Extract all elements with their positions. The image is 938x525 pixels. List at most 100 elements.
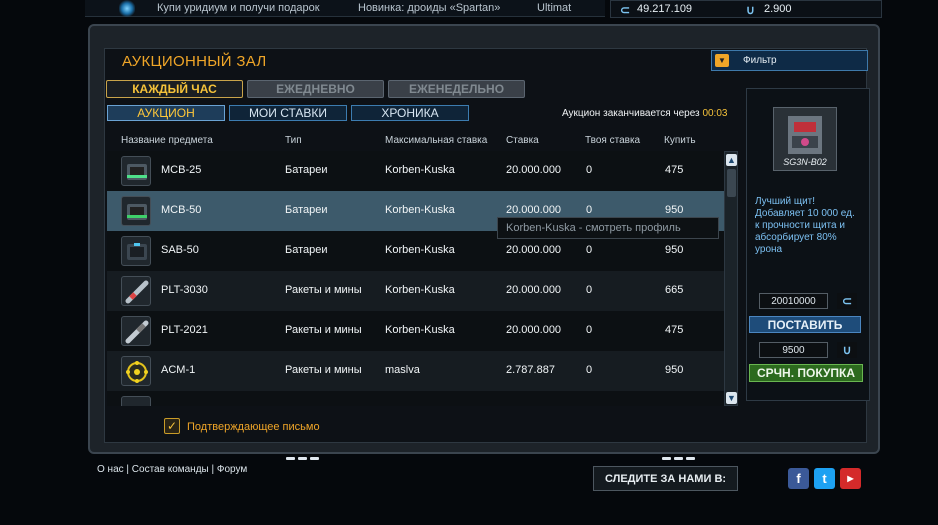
mine-icon: [121, 356, 151, 386]
tab-weekly[interactable]: ЕЖЕНЕДЕЛЬНО: [388, 80, 525, 98]
buy-price: 950: [665, 204, 684, 216]
ticker-item[interactable]: Ultimat: [537, 2, 571, 14]
credits-value: 49.217.109: [637, 3, 693, 15]
your-bid: 0: [586, 364, 593, 376]
tab-auction[interactable]: АУКЦИОН: [107, 105, 225, 121]
item-name: MCB-25: [161, 164, 202, 176]
item-type: Батареи: [285, 164, 328, 176]
selected-item-name: SG3N-B02: [783, 157, 827, 167]
place-bid-button[interactable]: ПОСТАВИТЬ: [749, 316, 861, 333]
bid-amount: 20.000.000: [506, 164, 562, 176]
timer-value: 00:03: [702, 108, 728, 119]
buy-price: 665: [665, 284, 684, 296]
your-bid: 0: [586, 164, 593, 176]
max-bidder-link[interactable]: Korben-Kuska: [385, 244, 455, 256]
max-bidder-link[interactable]: Korben-Kuska: [385, 164, 455, 176]
column-header[interactable]: Название предмета: [121, 135, 213, 146]
buy-price: 475: [665, 324, 684, 336]
table-row[interactable]: ACM-1 Ракеты и мины maslva 2.787.887 0 9…: [107, 351, 724, 391]
scroll-thumb[interactable]: [727, 169, 736, 197]
bid-amount: 2.787.887: [506, 364, 555, 376]
item-name: SAB-50: [161, 244, 199, 256]
battery-box-icon: [121, 156, 151, 186]
item-name: MCB-50: [161, 204, 202, 216]
frame-decoration: [662, 451, 702, 460]
credits-icon: ⊂: [837, 293, 857, 309]
ticker-item[interactable]: Купи уридиум и получи подарок: [157, 2, 320, 14]
table-row[interactable]: MCB-25 Батареи Korben-Kuska 20.000.000 0…: [107, 151, 724, 191]
your-bid: 0: [586, 284, 593, 296]
table-row[interactable]: PLT-3030 Ракеты и мины Korben-Kuska 20.0…: [107, 271, 724, 311]
youtube-icon[interactable]: ▶: [840, 468, 861, 489]
uridium-icon: ∪: [746, 3, 755, 17]
filter-label: Фильтр: [743, 55, 777, 66]
bid-amount: 20.000.000: [506, 284, 562, 296]
twitter-icon[interactable]: t: [814, 468, 835, 489]
max-bidder-link[interactable]: maslva: [385, 364, 420, 376]
ticker-glow-icon: [119, 0, 135, 17]
auction-timer: Аукцион заканчивается через 00:03: [562, 108, 727, 119]
column-header[interactable]: Твоя ставка: [585, 135, 640, 146]
buy-price: 475: [665, 164, 684, 176]
instant-buy-button[interactable]: СРЧН. ПОКУПКА: [749, 364, 863, 382]
footer-link-about[interactable]: О нас: [97, 464, 124, 475]
timer-label: Аукцион заканчивается через: [562, 108, 700, 119]
your-bid: 0: [586, 324, 593, 336]
tab-daily[interactable]: ЕЖЕДНЕВНО: [247, 80, 384, 98]
scroll-up-icon[interactable]: ▲: [726, 154, 737, 166]
item-description: Лучший щит! Добавляет 10 000 ед. к прочн…: [755, 196, 855, 255]
uridium-icon: ∪: [837, 342, 857, 358]
item-type: Батареи: [285, 244, 328, 256]
item-name: PLT-3030: [161, 284, 208, 296]
table-row[interactable]: [107, 391, 724, 406]
max-bidder-link[interactable]: Korben-Kuska: [385, 204, 455, 216]
item-type: Ракеты и мины: [285, 364, 362, 376]
item-type: Батареи: [285, 204, 328, 216]
max-bidder-link[interactable]: Korben-Kuska: [385, 284, 455, 296]
uridium-value: 2.900: [764, 3, 792, 15]
rocket-icon: [121, 316, 151, 346]
confirm-email-checkbox[interactable]: ✓: [164, 418, 180, 434]
battery-box-icon: [121, 196, 151, 226]
bid-amount-input[interactable]: 20010000: [759, 293, 828, 309]
tab-history[interactable]: ХРОНИКА: [351, 105, 469, 121]
auction-table: MCB-25 Батареи Korben-Kuska 20.000.000 0…: [107, 151, 724, 406]
news-ticker: Купи уридиум и получи подарок Новинка: д…: [85, 0, 605, 17]
filter-dropdown[interactable]: ▼ Фильтр: [711, 50, 868, 71]
bid-amount: 20.000.000: [506, 244, 562, 256]
bid-amount: 20.000.000: [506, 204, 562, 216]
item-thumb-icon: [121, 396, 151, 406]
tab-hourly[interactable]: КАЖДЫЙ ЧАС: [106, 80, 243, 98]
scroll-down-icon[interactable]: ▼: [726, 392, 737, 404]
tab-my-bids[interactable]: МОИ СТАВКИ: [229, 105, 347, 121]
your-bid: 0: [586, 204, 593, 216]
footer-nav: О нас | Состав команды | Форум: [97, 464, 248, 475]
your-bid: 0: [586, 244, 593, 256]
item-name: PLT-2021: [161, 324, 208, 336]
column-header[interactable]: Тип: [285, 135, 302, 146]
rocket-icon: [121, 276, 151, 306]
confirm-email-label: Подтверждающее письмо: [187, 421, 320, 433]
item-type: Ракеты и мины: [285, 324, 362, 336]
column-header[interactable]: Купить: [664, 135, 696, 146]
currency-bar: ⊂ 49.217.109 ∪ 2.900: [610, 0, 882, 18]
item-type: Ракеты и мины: [285, 284, 362, 296]
chevron-down-icon: ▼: [715, 54, 729, 67]
buy-price: 950: [665, 364, 684, 376]
bidder-tooltip: Korben-Kuska - смотреть профиль: [497, 217, 719, 239]
footer-link-forum[interactable]: Форум: [217, 464, 247, 475]
footer-link-team[interactable]: Состав команды: [132, 464, 209, 475]
table-scrollbar[interactable]: ▲ ▼: [724, 151, 738, 406]
follow-us-label: СЛЕДИТЕ ЗА НАМИ В:: [593, 466, 738, 491]
buy-price: 950: [665, 244, 684, 256]
max-bidder-link[interactable]: Korben-Kuska: [385, 324, 455, 336]
ticker-item[interactable]: Новинка: дроиды «Spartan»: [358, 2, 500, 14]
battery-box-icon: [121, 236, 151, 266]
instant-price-field: 9500: [759, 342, 828, 358]
facebook-icon[interactable]: f: [788, 468, 809, 489]
column-header[interactable]: Максимальная ставка: [385, 135, 487, 146]
bid-amount: 20.000.000: [506, 324, 562, 336]
table-row[interactable]: PLT-2021 Ракеты и мины Korben-Kuska 20.0…: [107, 311, 724, 351]
column-header[interactable]: Ставка: [506, 135, 539, 146]
frame-decoration: [286, 451, 326, 460]
